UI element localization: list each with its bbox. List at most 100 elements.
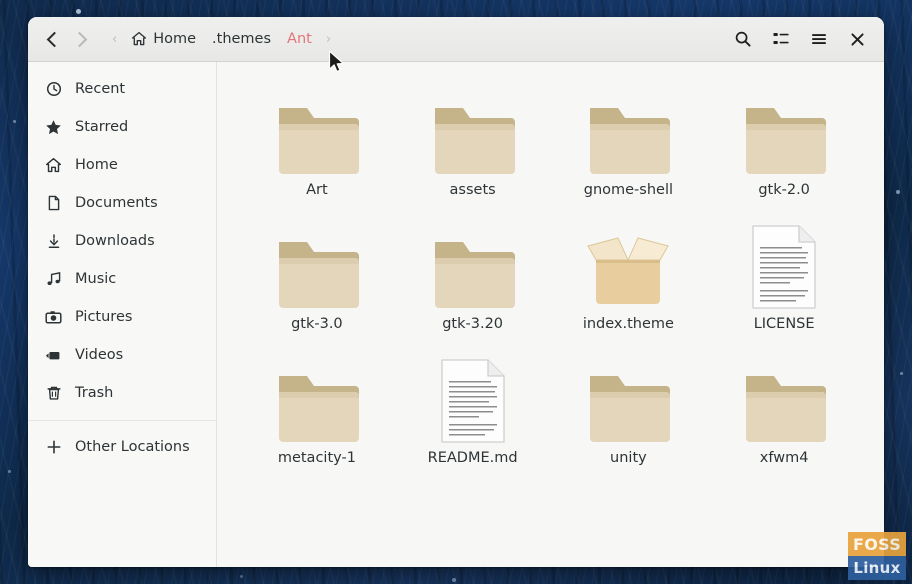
sidebar-item-home[interactable]: Home [28, 146, 216, 184]
wallpaper-speck [900, 372, 903, 375]
sidebar-item-downloads[interactable]: Downloads [28, 222, 216, 260]
folder-icon [430, 218, 516, 310]
breadcrumb-overflow-arrow[interactable]: ‹ [106, 33, 123, 46]
sidebar-item-label: Other Locations [75, 439, 190, 455]
file-manager-window: ‹ Home .themes Ant › Recent Starred Home… [28, 17, 884, 567]
file-label: gtk-3.0 [291, 316, 343, 332]
wallpaper-speck [452, 578, 456, 582]
desktop-wallpaper: ‹ Home .themes Ant › Recent Starred Home… [0, 0, 912, 584]
close-button[interactable] [840, 23, 874, 55]
wallpaper-speck [896, 190, 900, 194]
grid-item[interactable]: xfwm4 [706, 348, 862, 466]
wallpaper-speck [76, 9, 81, 14]
sidebar-item-recent[interactable]: Recent [28, 70, 216, 108]
breadcrumb-label: Home [153, 31, 197, 47]
header-bar: ‹ Home .themes Ant › [28, 17, 884, 62]
breadcrumb-item-ant[interactable]: Ant [279, 27, 320, 51]
back-button[interactable] [40, 25, 66, 53]
folder-icon [585, 84, 671, 176]
file-label: LICENSE [753, 316, 815, 332]
trash-icon [45, 385, 62, 402]
grid-item[interactable]: gtk-2.0 [706, 80, 862, 198]
view-options-icon [773, 33, 789, 44]
file-label: gtk-3.20 [442, 316, 504, 332]
close-icon [850, 32, 864, 46]
folder-icon [274, 84, 360, 176]
breadcrumb-label: Ant [287, 31, 312, 47]
sidebar-item-videos[interactable]: Videos [28, 336, 216, 374]
file-label: assets [449, 182, 496, 198]
folder-icon [585, 352, 671, 444]
open-box-icon [585, 218, 671, 310]
watermark-line-2: Linux [848, 556, 906, 580]
window-body: Recent Starred Home Documents Downloads … [28, 62, 884, 567]
sidebar-item-label: Starred [75, 119, 129, 135]
main-menu-button[interactable] [802, 23, 836, 55]
file-label: gnome-shell [583, 182, 673, 198]
chevron-right-icon [71, 31, 88, 47]
watermark-line-1: FOSS [848, 532, 906, 556]
sidebar-item-other-locations[interactable]: Other Locations [28, 428, 216, 466]
grid-item[interactable]: LICENSE [706, 214, 862, 332]
video-camera-icon [45, 347, 62, 364]
view-options-button[interactable] [764, 23, 798, 55]
wallpaper-speck [240, 575, 243, 578]
sidebar-item-trash[interactable]: Trash [28, 374, 216, 412]
plus-icon [45, 439, 62, 456]
sidebar-item-music[interactable]: Music [28, 260, 216, 298]
file-grid: Art assets gnome-shell gtk-2.0 gtk-3.0 g… [239, 80, 862, 466]
forward-button[interactable] [68, 25, 94, 53]
sidebar-item-label: Trash [75, 385, 114, 401]
folder-icon [430, 84, 516, 176]
grid-item[interactable]: gtk-3.0 [239, 214, 395, 332]
search-icon [735, 31, 751, 47]
grid-item[interactable]: unity [551, 348, 707, 466]
navigation-buttons [40, 25, 94, 53]
text-document-icon [741, 218, 827, 310]
camera-icon [45, 309, 62, 326]
folder-icon [741, 352, 827, 444]
folder-icon [274, 218, 360, 310]
music-note-icon [45, 271, 62, 288]
sidebar-item-label: Recent [75, 81, 126, 97]
file-label: Art [306, 182, 328, 198]
wallpaper-speck [8, 470, 11, 473]
sidebar-item-label: Pictures [75, 309, 133, 325]
sidebar-divider [28, 420, 216, 421]
file-label: metacity-1 [277, 450, 356, 466]
foss-linux-watermark: FOSS Linux [848, 532, 906, 580]
grid-item[interactable]: README.md [395, 348, 551, 466]
file-grid-area: Art assets gnome-shell gtk-2.0 gtk-3.0 g… [217, 62, 884, 567]
sidebar: Recent Starred Home Documents Downloads … [28, 62, 217, 567]
file-label: index.theme [582, 316, 674, 332]
text-document-icon [430, 352, 516, 444]
hamburger-menu-icon [812, 34, 826, 44]
home-icon [45, 157, 62, 174]
breadcrumb-next-arrow[interactable]: › [320, 33, 337, 46]
grid-item[interactable]: Art [239, 80, 395, 198]
sidebar-item-label: Videos [75, 347, 124, 363]
grid-item[interactable]: index.theme [551, 214, 707, 332]
sidebar-item-label: Documents [75, 195, 158, 211]
grid-item[interactable]: metacity-1 [239, 348, 395, 466]
sidebar-item-pictures[interactable]: Pictures [28, 298, 216, 336]
grid-item[interactable]: gnome-shell [551, 80, 707, 198]
folder-icon [274, 352, 360, 444]
download-arrow-icon [45, 233, 62, 250]
breadcrumb-label: .themes [212, 31, 272, 47]
search-button[interactable] [726, 23, 760, 55]
breadcrumb-item-themes[interactable]: .themes [204, 27, 279, 51]
breadcrumb: ‹ Home .themes Ant › [106, 27, 726, 51]
star-icon [45, 119, 62, 136]
sidebar-item-documents[interactable]: Documents [28, 184, 216, 222]
grid-item[interactable]: assets [395, 80, 551, 198]
wallpaper-speck [13, 120, 16, 123]
folder-icon [741, 84, 827, 176]
grid-item[interactable]: gtk-3.20 [395, 214, 551, 332]
breadcrumb-item-home[interactable]: Home [123, 27, 204, 51]
header-actions [726, 23, 874, 55]
sidebar-item-label: Downloads [75, 233, 155, 249]
file-label: gtk-2.0 [758, 182, 810, 198]
sidebar-item-label: Music [75, 271, 117, 287]
sidebar-item-starred[interactable]: Starred [28, 108, 216, 146]
